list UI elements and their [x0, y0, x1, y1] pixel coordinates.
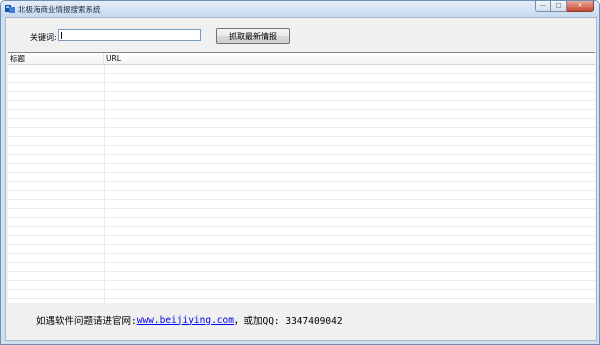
column-header-url[interactable]: URL — [104, 53, 595, 64]
table-body[interactable] — [8, 65, 595, 303]
footer-prefix: 如遇软件问题请进官网: — [36, 316, 137, 327]
client-area: 关键词: 抓取最新情报 标题 URL 如遇软件问题请进官网: www.beiji… — [5, 17, 597, 341]
window-controls: — □ ✕ — [535, 1, 594, 12]
keyword-label: 关键词: — [30, 33, 57, 42]
results-table[interactable]: 标题 URL — [8, 52, 595, 303]
footer-suffix: ，或加QQ: 3347409042 — [233, 316, 343, 327]
text-caret — [61, 32, 62, 39]
fetch-latest-button[interactable]: 抓取最新情报 — [216, 28, 290, 44]
column-divider — [104, 65, 105, 303]
website-link[interactable]: www.beijiying.com — [137, 315, 234, 326]
app-window: 北极海商业情报搜索系统 — □ ✕ 关键词: 抓取最新情报 标题 URL 如遇软… — [0, 0, 600, 345]
close-button[interactable]: ✕ — [567, 1, 594, 12]
maximize-button[interactable]: □ — [551, 1, 567, 12]
table-header: 标题 URL — [8, 53, 595, 65]
column-header-title[interactable]: 标题 — [8, 53, 104, 64]
app-icon — [5, 5, 15, 13]
keyword-input[interactable] — [58, 29, 201, 41]
title-bar[interactable]: 北极海商业情报搜索系统 — □ ✕ — [1, 1, 599, 17]
minimize-button[interactable]: — — [535, 1, 551, 12]
footer-bar: 如遇软件问题请进官网: www.beijiying.com ，或加QQ: 334… — [6, 305, 596, 335]
window-title: 北极海商业情报搜索系统 — [18, 5, 101, 14]
